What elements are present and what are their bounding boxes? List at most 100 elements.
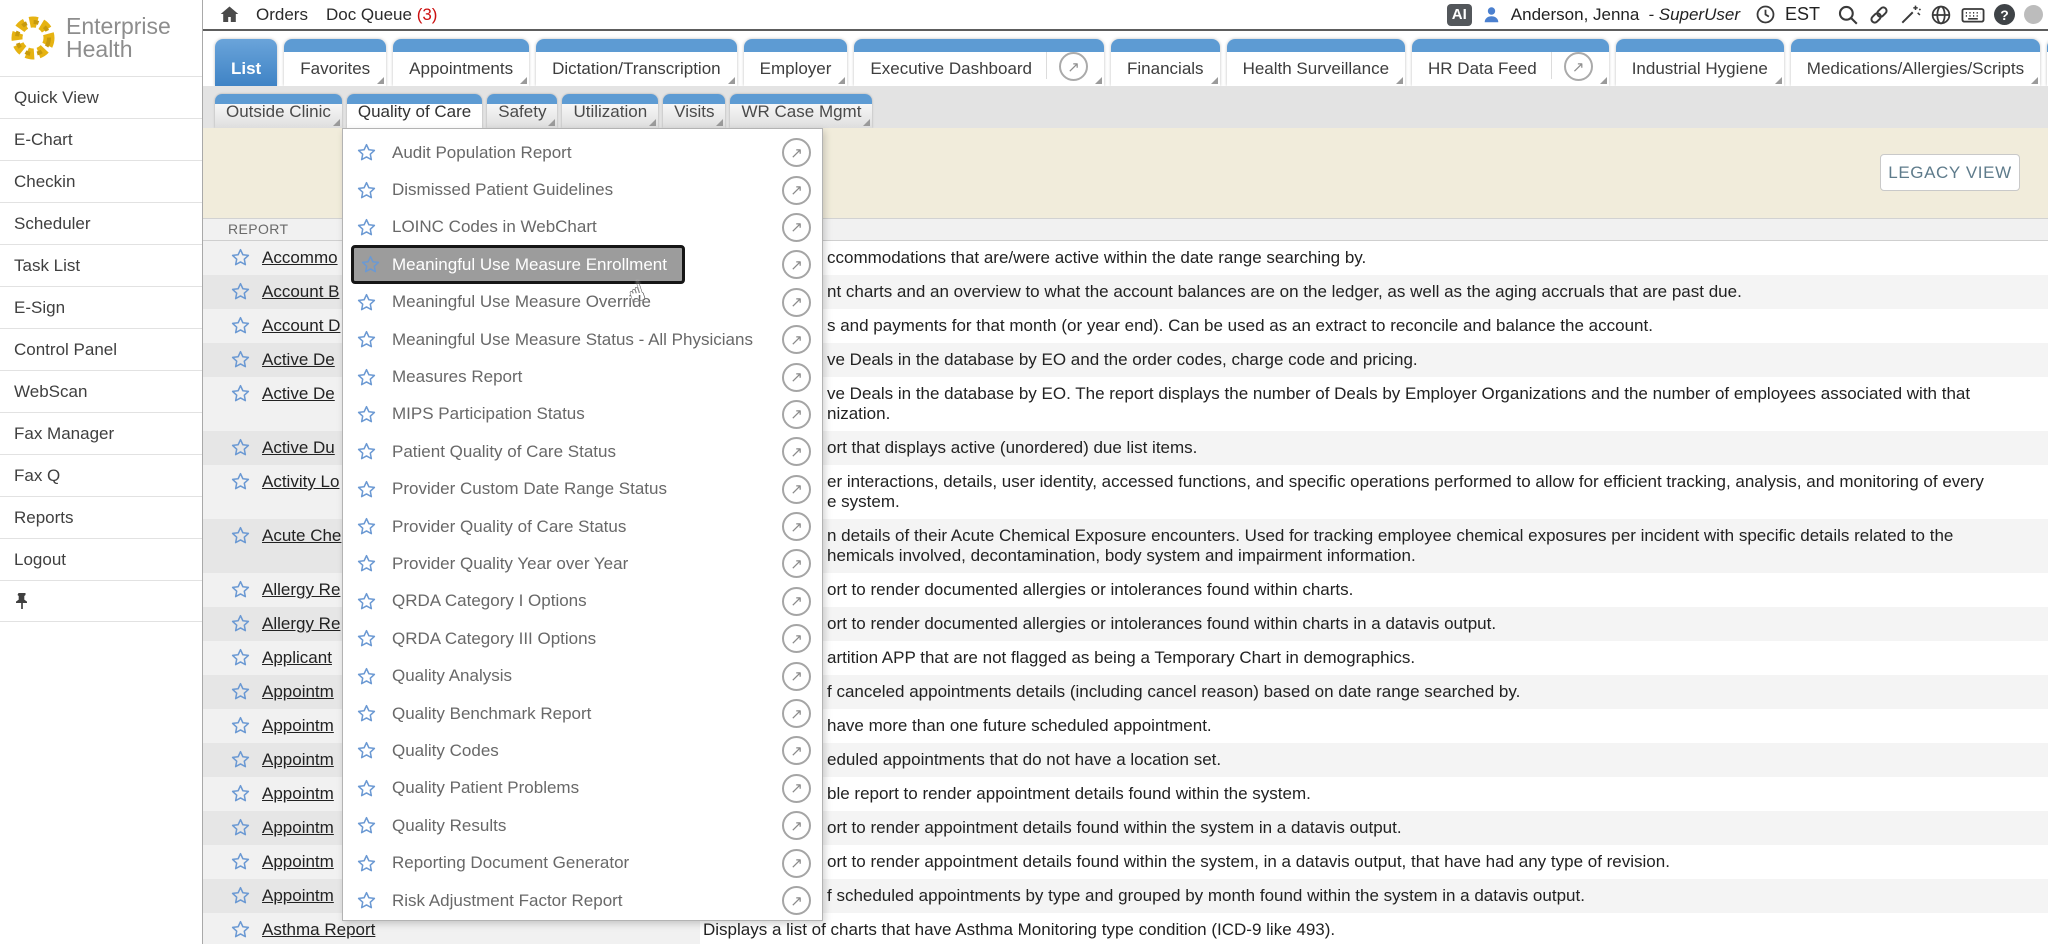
app-logo[interactable]: Enterprise Health <box>0 0 202 76</box>
favorite-star-icon[interactable] <box>357 816 376 835</box>
sidebar-item-reports[interactable]: Reports <box>0 497 202 539</box>
breadcrumb-item-orders[interactable]: Orders <box>256 5 308 24</box>
open-in-new-icon[interactable]: ↗ <box>782 699 811 728</box>
menu-item-meaningful-use-measure-enrollment[interactable]: Meaningful Use Measure Enrollment↗ <box>343 246 822 283</box>
tab-list[interactable]: List <box>215 39 277 86</box>
report-link[interactable]: Applicant <box>262 648 332 668</box>
sidebar-item-task-list[interactable]: Task List <box>0 245 202 287</box>
tab-visits[interactable]: Visits <box>663 94 725 128</box>
open-in-new-icon[interactable]: ↗ <box>782 549 811 578</box>
link-icon[interactable] <box>1868 4 1890 26</box>
report-link[interactable]: Accommo <box>262 248 338 268</box>
favorite-star-icon[interactable] <box>357 480 376 499</box>
report-link[interactable]: Active De <box>262 384 335 404</box>
favorite-star-icon[interactable] <box>357 143 376 162</box>
menu-item-quality-results[interactable]: Quality Results↗ <box>343 807 822 844</box>
favorite-star-icon[interactable] <box>231 886 250 905</box>
favorite-star-icon[interactable] <box>231 784 250 803</box>
wand-icon[interactable] <box>1899 4 1921 26</box>
open-in-new-icon[interactable]: ↗ <box>782 437 811 466</box>
report-link[interactable]: Appointm <box>262 852 334 872</box>
report-link[interactable]: Appointm <box>262 716 334 736</box>
favorite-star-icon[interactable] <box>357 554 376 573</box>
favorite-star-icon[interactable] <box>357 592 376 611</box>
tab-financials[interactable]: Financials <box>1111 39 1220 86</box>
report-link[interactable]: Appointm <box>262 750 334 770</box>
favorite-star-icon[interactable] <box>361 255 380 274</box>
menu-item-qrda-category-iii-options[interactable]: QRDA Category III Options↗ <box>343 620 822 657</box>
favorite-star-icon[interactable] <box>357 218 376 237</box>
favorite-star-icon[interactable] <box>231 438 250 457</box>
open-in-new-icon[interactable]: ↗ <box>782 138 811 167</box>
menu-item-meaningful-use-measure-override[interactable]: Meaningful Use Measure Override↗ <box>343 284 822 321</box>
menu-item-meaningful-use-measure-status-all-physicians[interactable]: Meaningful Use Measure Status - All Phys… <box>343 321 822 358</box>
menu-item-mips-participation-status[interactable]: MIPS Participation Status↗ <box>343 396 822 433</box>
menu-item-audit-population-report[interactable]: Audit Population Report↗ <box>343 134 822 171</box>
sidebar-item-control-panel[interactable]: Control Panel <box>0 329 202 371</box>
report-link[interactable]: Acute Che <box>262 526 341 546</box>
sidebar-item-fax-q[interactable]: Fax Q <box>0 455 202 497</box>
favorite-star-icon[interactable] <box>357 891 376 910</box>
favorite-star-icon[interactable] <box>231 682 250 701</box>
menu-item-measures-report[interactable]: Measures Report↗ <box>343 358 822 395</box>
favorite-star-icon[interactable] <box>231 526 250 545</box>
sidebar-item-checkin[interactable]: Checkin <box>0 161 202 203</box>
open-in-new-icon[interactable]: ↗ <box>782 213 811 242</box>
menu-item-dismissed-patient-guidelines[interactable]: Dismissed Patient Guidelines↗ <box>343 171 822 208</box>
open-in-new-icon[interactable]: ↗ <box>782 587 811 616</box>
keyboard-icon[interactable] <box>1961 4 1985 26</box>
report-link[interactable]: Appointm <box>262 818 334 838</box>
sidebar-item-logout[interactable]: Logout <box>0 539 202 581</box>
favorite-star-icon[interactable] <box>357 779 376 798</box>
open-in-new-icon[interactable]: ↗ <box>1059 52 1088 81</box>
open-in-new-icon[interactable]: ↗ <box>782 512 811 541</box>
user-icon[interactable] <box>1481 5 1502 25</box>
tab-utilization[interactable]: Utilization <box>562 94 658 128</box>
report-link[interactable]: Asthma Report <box>262 920 375 940</box>
status-circle-icon[interactable] <box>2024 5 2043 24</box>
open-in-new-icon[interactable]: ↗ <box>782 811 811 840</box>
sidebar-item-scheduler[interactable]: Scheduler <box>0 203 202 245</box>
favorite-star-icon[interactable] <box>357 741 376 760</box>
favorite-star-icon[interactable] <box>357 667 376 686</box>
favorite-star-icon[interactable] <box>357 442 376 461</box>
open-in-new-icon[interactable]: ↗ <box>782 774 811 803</box>
favorite-star-icon[interactable] <box>231 920 250 939</box>
favorite-star-icon[interactable] <box>357 405 376 424</box>
open-in-new-icon[interactable]: ↗ <box>782 624 811 653</box>
favorite-star-icon[interactable] <box>357 330 376 349</box>
open-in-new-icon[interactable]: ↗ <box>782 176 811 205</box>
favorite-star-icon[interactable] <box>231 350 250 369</box>
favorite-star-icon[interactable] <box>231 472 250 491</box>
menu-item-provider-quality-of-care-status[interactable]: Provider Quality of Care Status↗ <box>343 508 822 545</box>
tab-hr-data-feed[interactable]: HR Data Feed↗ <box>1412 39 1609 86</box>
report-link[interactable]: Account B <box>262 282 340 302</box>
tab-industrial-hygiene[interactable]: Industrial Hygiene <box>1616 39 1784 86</box>
favorite-star-icon[interactable] <box>357 293 376 312</box>
open-in-new-icon[interactable]: ↗ <box>782 662 811 691</box>
tab-health-surveillance[interactable]: Health Surveillance <box>1227 39 1405 86</box>
open-in-new-icon[interactable]: ↗ <box>782 736 811 765</box>
favorite-star-icon[interactable] <box>231 818 250 837</box>
open-in-new-icon[interactable]: ↗ <box>782 250 811 279</box>
report-column-header[interactable]: REPORT <box>228 221 289 237</box>
home-icon[interactable] <box>219 5 240 25</box>
open-in-new-icon[interactable]: ↗ <box>1564 52 1593 81</box>
favorite-star-icon[interactable] <box>231 614 250 633</box>
sidebar-item-webscan[interactable]: WebScan <box>0 371 202 413</box>
menu-item-provider-quality-year-over-year[interactable]: Provider Quality Year over Year↗ <box>343 545 822 582</box>
favorite-star-icon[interactable] <box>357 704 376 723</box>
tab-appointments[interactable]: Appointments <box>393 39 529 86</box>
favorite-star-icon[interactable] <box>357 629 376 648</box>
sidebar-item-e-chart[interactable]: E-Chart <box>0 119 202 161</box>
tab-employer[interactable]: Employer <box>744 39 848 86</box>
report-link[interactable]: Allergy Re <box>262 580 340 600</box>
sidebar-pin-button[interactable] <box>0 581 202 622</box>
report-link[interactable]: Account D <box>262 316 340 336</box>
report-link[interactable]: Appointm <box>262 682 334 702</box>
menu-item-quality-patient-problems[interactable]: Quality Patient Problems↗ <box>343 770 822 807</box>
report-link[interactable]: Appointm <box>262 784 334 804</box>
sidebar-item-fax-manager[interactable]: Fax Manager <box>0 413 202 455</box>
favorite-star-icon[interactable] <box>231 384 250 403</box>
clock-icon[interactable] <box>1755 4 1776 25</box>
